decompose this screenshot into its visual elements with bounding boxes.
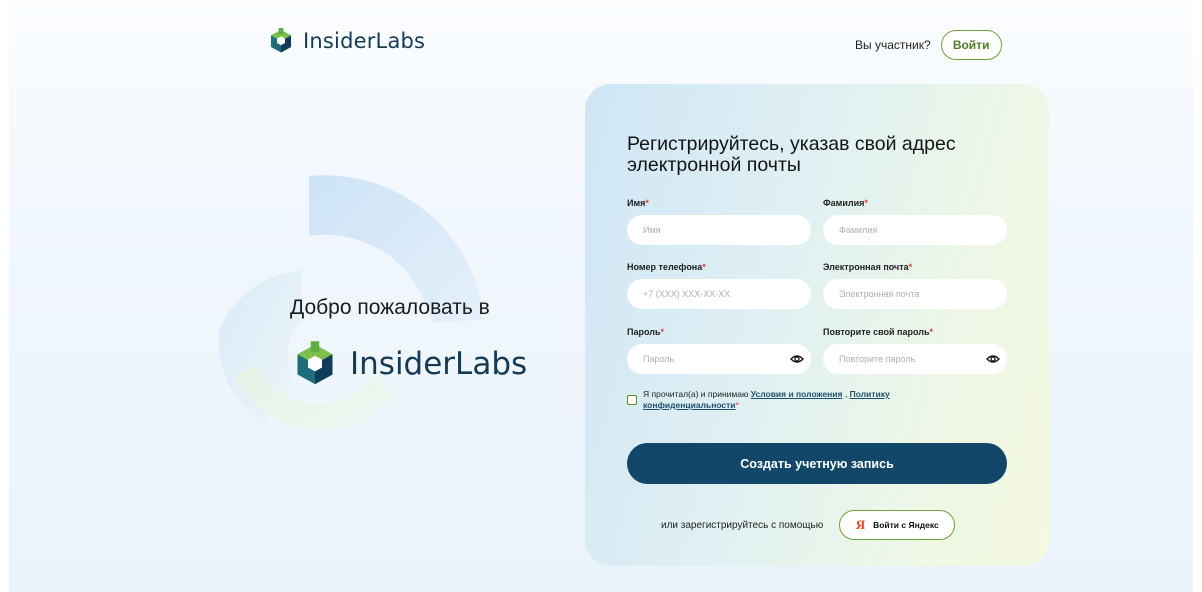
last-name-input[interactable] <box>823 215 1007 245</box>
password-repeat-label-text: Повторите свой пароль <box>823 327 930 337</box>
welcome-logo: InsiderLabs <box>294 340 527 388</box>
email-input[interactable] <box>823 279 1007 309</box>
first-name-label: Имя* <box>627 198 649 208</box>
email-label-text: Электронная почта <box>823 262 909 272</box>
password-label-text: Пароль <box>627 327 661 337</box>
form-title: Регистрируйтесь, указав свой адрес элект… <box>627 133 956 176</box>
registration-card: Регистрируйтесь, указав свой адрес элект… <box>585 84 1049 566</box>
phone-label-text: Номер телефона <box>627 262 703 272</box>
alternative-signup-text: или зарегистрируйтесь с помощью <box>661 519 824 531</box>
eye-icon[interactable] <box>788 350 806 368</box>
insiderlabs-logo-icon <box>297 341 333 385</box>
last-name-label-text: Фамилия <box>823 198 865 208</box>
create-account-button[interactable]: Создать учетную запись <box>627 443 1007 484</box>
welcome-logo-text: InsiderLabs <box>350 346 528 382</box>
password-repeat-label: Повторите свой пароль* <box>823 327 933 337</box>
first-name-input[interactable] <box>627 215 811 245</box>
first-name-label-text: Имя <box>627 198 646 208</box>
consent-row: Я прочитал(а) и принимаю Условия и полож… <box>627 389 957 411</box>
consent-text: Я прочитал(а) и принимаю Условия и полож… <box>643 389 890 411</box>
required-mark: * <box>735 400 739 410</box>
consent-checkbox[interactable] <box>627 395 637 405</box>
header-actions: Вы участник? Войти <box>855 30 1002 60</box>
yandex-login-button[interactable]: Я Войти с Яндекс <box>839 510 956 540</box>
password-label: Пароль* <box>627 327 664 337</box>
insiderlabs-logo-icon <box>271 28 291 53</box>
eye-icon[interactable] <box>984 350 1002 368</box>
required-mark: * <box>660 327 665 337</box>
yandex-login-label: Войти с Яндекс <box>873 520 939 530</box>
password-input[interactable] <box>627 344 811 374</box>
header-logo-text: InsiderLabs <box>303 29 426 53</box>
yandex-icon: Я <box>855 517 866 532</box>
header-logo[interactable]: InsiderLabs <box>269 28 425 54</box>
privacy-policy-link-cont[interactable]: конфиденциальности <box>643 400 736 410</box>
member-question: Вы участник? <box>855 38 931 52</box>
required-mark: * <box>645 198 649 208</box>
consent-separator: , <box>844 389 848 399</box>
privacy-policy-link[interactable]: Политику <box>850 389 890 399</box>
email-label: Электронная почта* <box>823 262 912 272</box>
login-button[interactable]: Войти <box>940 30 1002 60</box>
required-mark: * <box>702 262 706 272</box>
alternative-signup-row: или зарегистрируйтесь с помощью Я Войти … <box>661 510 956 540</box>
welcome-title: Добро пожаловать в <box>290 296 490 319</box>
consent-prefix: Я прочитал(а) и принимаю <box>643 389 749 399</box>
required-mark: * <box>908 262 913 272</box>
last-name-label: Фамилия* <box>823 198 868 208</box>
required-mark: * <box>929 327 934 337</box>
password-repeat-input[interactable] <box>823 344 1007 374</box>
phone-input[interactable] <box>627 279 811 309</box>
phone-label: Номер телефона* <box>627 262 706 272</box>
page-background: InsiderLabs Вы участник? Войти Добро пож… <box>9 0 1193 592</box>
terms-link[interactable]: Условия и положения <box>751 389 843 399</box>
required-mark: * <box>864 198 868 208</box>
